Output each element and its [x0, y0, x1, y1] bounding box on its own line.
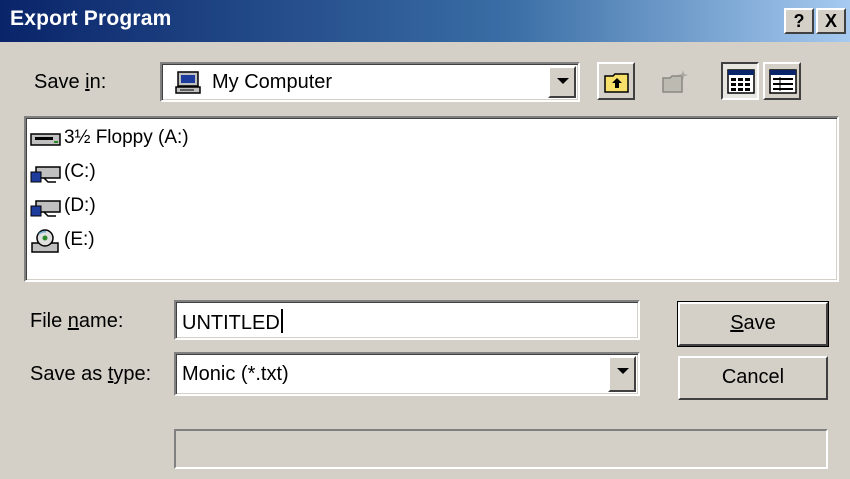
details-view-button[interactable]	[763, 62, 801, 100]
help-icon: ?	[793, 11, 805, 31]
save-as-type-combobox[interactable]: Monic (*.txt)	[174, 352, 640, 396]
help-button[interactable]: ?	[784, 8, 814, 34]
list-item-label: (C:)	[64, 161, 96, 182]
window-title: Export Program	[10, 7, 172, 30]
list-item[interactable]: (D:)	[30, 192, 96, 220]
save-button[interactable]: Save	[677, 301, 829, 347]
list-view-button[interactable]	[721, 62, 759, 100]
network-drive-icon	[30, 160, 64, 184]
list-item-label: 3½ Floppy (A:)	[64, 127, 189, 148]
create-new-folder-button[interactable]	[655, 62, 693, 100]
status-field	[174, 429, 828, 469]
close-icon: X	[824, 11, 837, 31]
cancel-button-label: Cancel	[721, 366, 785, 388]
title-bar: Export Program ? X	[0, 0, 850, 42]
network-drive-icon	[30, 194, 64, 218]
folder-up-icon	[602, 67, 632, 103]
close-button[interactable]: X	[816, 8, 846, 34]
list-item[interactable]: 3½ Floppy (A:)	[30, 124, 189, 152]
list-item-label: (E:)	[64, 229, 95, 250]
list-view-icon	[727, 69, 755, 101]
save-as-type-dropdown-arrow[interactable]	[608, 356, 636, 392]
save-in-dropdown-arrow[interactable]	[548, 66, 576, 98]
file-name-value: UNTITLED	[182, 312, 280, 334]
save-as-type-label: Save as type:	[30, 363, 152, 385]
file-name-input[interactable]: UNTITLED	[174, 300, 640, 340]
list-item[interactable]: (E:)	[30, 226, 95, 254]
list-item-label: (D:)	[64, 195, 96, 216]
save-as-type-value: Monic (*.txt)	[182, 363, 289, 385]
text-caret	[280, 309, 283, 333]
save-button-accel: S	[730, 312, 744, 334]
cd-drive-icon	[30, 228, 64, 253]
save-in-combobox[interactable]: My Computer	[160, 62, 580, 102]
save-in-label: Save in:	[34, 71, 107, 93]
save-in-value: My Computer	[212, 71, 333, 93]
details-view-icon	[769, 69, 797, 101]
file-name-label: File name:	[30, 310, 124, 332]
floppy-drive-icon	[30, 126, 64, 150]
file-list[interactable]: 3½ Floppy (A:) (C:) (D:) (E:)	[24, 116, 839, 282]
list-item[interactable]: (C:)	[30, 158, 96, 186]
computer-icon	[174, 70, 202, 102]
new-folder-icon	[660, 67, 690, 103]
cancel-button[interactable]: Cancel	[678, 356, 828, 400]
save-button-label: ave	[743, 312, 776, 334]
up-one-level-button[interactable]	[597, 62, 635, 100]
